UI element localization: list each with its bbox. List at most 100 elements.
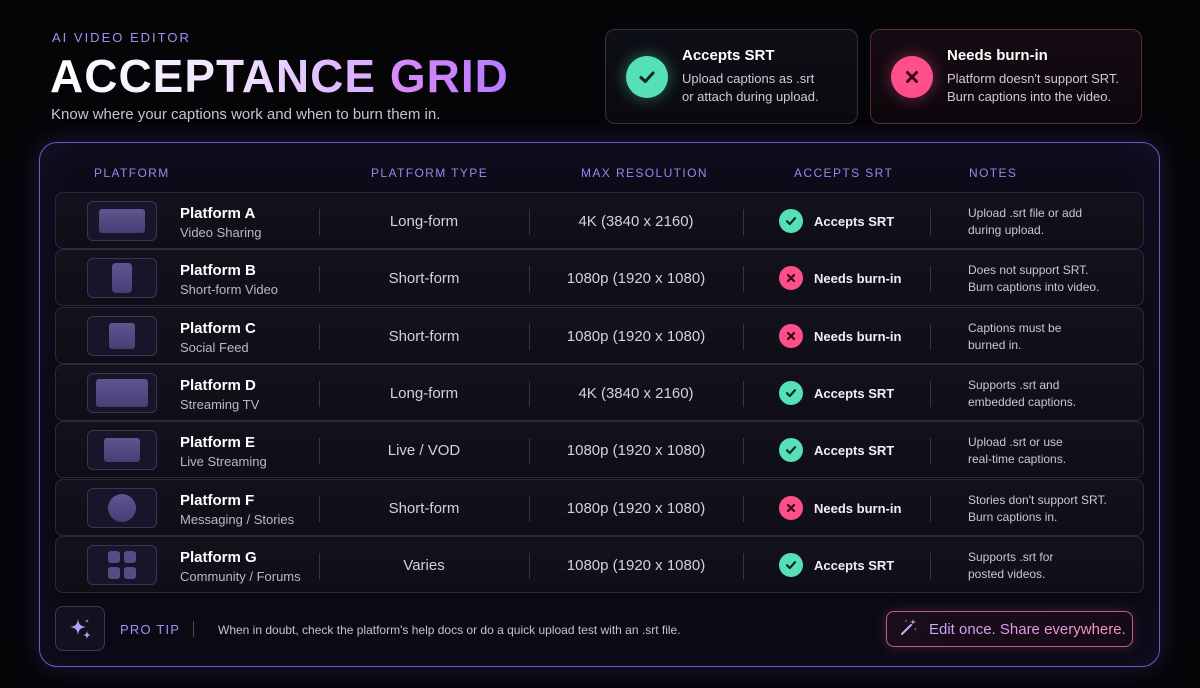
platform-type: Short-form [388,500,460,517]
column-header-max-resolution: MAX RESOLUTION [581,166,708,180]
cell-divider [930,381,931,407]
platform-thumbnail-icon [87,545,157,585]
platform-type: Live / VOD [387,442,461,459]
platform-name: Platform A [180,205,256,222]
platform-notes: Supports .srt and embedded captions. [968,377,1076,411]
platform-type: Short-form [388,270,460,287]
x-circle-icon [779,324,803,348]
legend-burn-line-2: Burn captions into the video. [947,89,1112,104]
srt-status-label: Accepts SRT [814,442,895,458]
platform-type: Varies [403,557,445,574]
column-header-notes: NOTES [969,166,1018,180]
check-circle-icon [779,381,803,405]
max-resolution: 4K (3840 x 2160) [578,213,694,230]
platform-thumbnail-icon [87,373,157,413]
column-header-platform: PLATFORM [94,166,170,180]
pro-tip-text: When in doubt, check the platform's help… [218,623,681,637]
platform-category: Social Feed [180,340,249,355]
check-circle-icon [779,438,803,462]
x-circle-icon [779,496,803,520]
cell-divider [930,438,931,464]
cell-divider [743,553,744,579]
table-row: Platform B Short-form Video Short-form 1080… [55,249,1144,306]
cell-divider [930,209,931,235]
platform-notes: Captions must be burned in. [968,320,1061,354]
notes-line-1: Upload .srt or use [968,435,1063,449]
cell-divider [743,381,744,407]
table-row: Platform C Social Feed Short-form 1080p (19… [55,307,1144,364]
legend-accept-line-2: or attach during upload. [682,89,819,104]
platform-thumbnail-icon [87,201,157,241]
table-row: Platform F Messaging / Stories Short-form 1… [55,479,1144,536]
srt-status-label: Accepts SRT [814,557,895,573]
srt-status: Needs burn-in [779,266,901,290]
platform-category: Messaging / Stories [180,512,295,527]
eyebrow: AI VIDEO EDITOR [52,30,191,45]
max-resolution: 1080p (1920 x 1080) [566,557,706,574]
cell-divider [743,496,744,522]
platform-type: Short-form [388,328,460,345]
srt-status-label: Needs burn-in [814,500,902,516]
cell-divider [930,266,931,292]
notes-line-1: Does not support SRT. [968,263,1089,277]
title-part-1: ACCEPTANCE [50,50,390,102]
title-part-2: GRID [389,50,509,102]
x-circle-icon [779,266,803,290]
legend-needs-burn-in: Needs burn-in Platform doesn't support S… [870,29,1142,124]
platform-type: Long-form [389,385,459,402]
notes-line-1: Supports .srt for [968,550,1054,564]
check-circle-icon [779,553,803,577]
pro-tip-divider [193,621,194,637]
notes-line-2: Burn captions into video. [968,280,1100,294]
srt-status: Accepts SRT [779,553,894,577]
column-header-platform-type: PLATFORM TYPE [371,166,489,180]
notes-line-2: embedded captions. [968,395,1077,409]
table-row: Platform A Video Sharing Long-form 4K (3840… [55,192,1144,249]
notes-line-2: posted videos. [968,567,1046,581]
platform-notes: Does not support SRT. Burn captions into … [968,262,1099,296]
magic-wand-icon [899,617,919,642]
cell-divider [930,324,931,350]
check-circle-icon [626,55,668,98]
platform-category: Live Streaming [180,454,267,469]
srt-status: Accepts SRT [779,209,894,233]
sparkles-icon [55,606,105,651]
table-row: Platform D Streaming TV Long-form 4K (3840 … [55,364,1144,421]
platform-notes: Stories don't support SRT. Burn captions … [968,492,1107,526]
srt-status: Accepts SRT [779,381,894,405]
max-resolution: 1080p (1920 x 1080) [566,328,706,345]
platform-name: Platform C [180,320,256,337]
notes-line-1: Captions must be [968,321,1062,335]
legend-accept-line-1: Upload captions as .srt [682,71,815,86]
max-resolution: 1080p (1920 x 1080) [566,270,706,287]
platform-thumbnail-icon [87,488,157,528]
platform-name: Platform E [180,434,256,451]
srt-status-label: Needs burn-in [814,328,902,344]
cell-divider [743,209,744,235]
max-resolution: 4K (3840 x 2160) [578,385,694,402]
page-title: ACCEPTANCE GRID [50,50,509,102]
edit-once-share-everywhere-button[interactable]: Edit once. Share everywhere. [886,611,1133,647]
page-subtitle: Know where your captions work and when t… [51,106,441,123]
check-circle-icon [779,209,803,233]
notes-line-2: burned in. [968,338,1022,352]
legend-burn-title: Needs burn-in [947,47,1048,64]
srt-status-label: Accepts SRT [814,385,895,401]
cell-divider [930,553,931,579]
platform-name: Platform D [180,377,256,394]
cell-divider [743,324,744,350]
legend-burn-line-1: Platform doesn't support SRT. [947,71,1120,86]
platform-name: Platform F [180,492,255,509]
notes-line-2: during upload. [968,223,1045,237]
notes-line-1: Supports .srt and [968,378,1060,392]
srt-status: Accepts SRT [779,438,894,462]
platform-category: Community / Forums [180,569,301,584]
legend-accept-title: Accepts SRT [682,47,775,64]
srt-status-label: Accepts SRT [814,213,895,229]
cta-label: Edit once. Share everywhere. [929,620,1126,638]
srt-status: Needs burn-in [779,324,901,348]
platform-thumbnail-icon [87,430,157,470]
notes-line-1: Stories don't support SRT. [968,493,1107,507]
platform-name: Platform B [180,262,256,279]
cell-divider [743,266,744,292]
